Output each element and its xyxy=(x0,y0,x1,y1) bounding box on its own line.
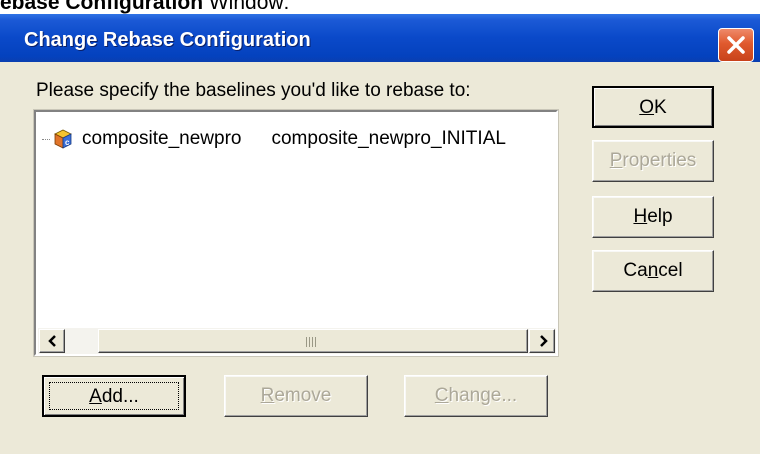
change-label-post: hange... xyxy=(448,385,518,406)
remove-label-post: emove xyxy=(274,385,332,406)
arrow-left-icon xyxy=(48,335,56,347)
page-caption-bold: ebase Configuration xyxy=(0,0,204,14)
focus-ring xyxy=(49,382,179,410)
close-icon xyxy=(727,36,745,54)
add-button[interactable]: Add... xyxy=(42,375,186,417)
cancel-button[interactable]: Cancel xyxy=(592,250,714,292)
help-label-accel: H xyxy=(633,206,648,227)
help-label-post: elp xyxy=(647,206,673,227)
svg-text:c: c xyxy=(65,138,70,147)
help-button[interactable]: Help xyxy=(592,196,714,238)
baseline-prompt: Please specify the baselines you'd like … xyxy=(36,80,471,101)
title-bar[interactable]: Change Rebase Configuration xyxy=(0,14,760,62)
cancel-label-post: cel xyxy=(658,260,683,281)
cancel-label-pre: Ca xyxy=(623,260,648,281)
ok-label-accel: O xyxy=(639,97,655,118)
ok-button[interactable]: OK xyxy=(592,86,714,128)
page-caption: ebase Configuration Window: xyxy=(0,0,290,14)
arrow-right-icon xyxy=(540,335,548,347)
cancel-label-accel: n xyxy=(647,260,659,281)
scroll-right-button[interactable] xyxy=(529,329,555,353)
remove-label-accel: R xyxy=(260,385,275,406)
change-button[interactable]: Change... xyxy=(404,375,548,417)
baseline-name: composite_newpro_INITIAL xyxy=(271,128,506,149)
page-caption-rest: Window: xyxy=(203,0,290,14)
horizontal-scrollbar[interactable] xyxy=(38,328,556,354)
tree-connector xyxy=(42,139,50,141)
component-icon: c xyxy=(54,129,72,149)
scroll-thumb[interactable] xyxy=(98,329,528,353)
window-title: Change Rebase Configuration xyxy=(24,29,311,51)
baseline-list[interactable]: c composite_newpro composite_newpro_INIT… xyxy=(33,109,559,357)
component-name: composite_newpro xyxy=(82,128,242,149)
change-label-accel: C xyxy=(434,385,449,406)
properties-button[interactable]: Properties xyxy=(592,140,714,182)
grip-icon xyxy=(306,337,316,347)
ok-label-post: K xyxy=(654,97,667,118)
scroll-left-button[interactable] xyxy=(39,329,65,353)
remove-button[interactable]: Remove xyxy=(224,375,368,417)
close-button[interactable] xyxy=(718,28,754,62)
properties-label-accel: P xyxy=(609,150,623,171)
list-item[interactable]: c composite_newpro composite_newpro_INIT… xyxy=(42,125,506,153)
properties-label-post: roperties xyxy=(622,150,697,171)
